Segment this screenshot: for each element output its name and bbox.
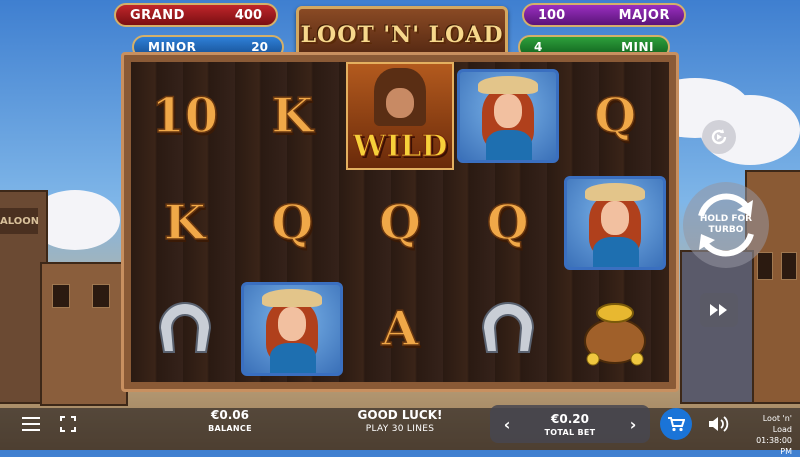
total-bet-display: €0.20 TOTAL BET	[520, 405, 620, 443]
wild-symbol: WILD	[346, 62, 454, 170]
reel-cell: Q	[346, 170, 454, 276]
letter-symbol: 10	[151, 87, 219, 145]
game-logo-text: LOOT 'N' LOAD	[300, 22, 504, 48]
buy-feature-button[interactable]	[660, 408, 692, 440]
spin-button[interactable]: HOLD FOR TURBO	[683, 182, 769, 268]
message-display: GOOD LUCK! PLAY 30 LINES	[340, 408, 460, 434]
menu-icon-line	[22, 423, 40, 425]
reel-cell: Q	[454, 170, 562, 276]
reel-cell: Q	[562, 62, 670, 170]
letter-symbol: Q	[378, 194, 421, 252]
reel-cell: K	[239, 62, 347, 170]
cart-icon	[668, 417, 685, 432]
saloon-sign: ALOON	[0, 208, 38, 234]
menu-button[interactable]	[22, 417, 40, 431]
letter-symbol: K	[163, 194, 206, 252]
fast-forward-icon	[710, 304, 727, 316]
autoplay-icon	[711, 129, 727, 145]
balance-display: €0.06 BALANCE	[200, 408, 260, 433]
bet-label: TOTAL BET	[544, 427, 596, 437]
reel-cell	[239, 276, 347, 382]
reel-grid: 10 K WILD Q K Q Q Q A	[131, 62, 669, 382]
horseshoe-symbol	[158, 302, 211, 353]
status-message: GOOD LUCK!	[357, 408, 443, 422]
game-info: Loot 'n' Load 01:38:00 PM	[748, 413, 792, 457]
sound-button[interactable]	[704, 413, 732, 435]
reel-cell	[454, 62, 562, 170]
reel-cell: A	[346, 276, 454, 382]
turbo-button[interactable]	[700, 293, 738, 327]
balance-label: BALANCE	[208, 424, 252, 433]
bet-increase-button[interactable]: ›	[620, 405, 646, 443]
bet-selector: ‹ €0.20 TOTAL BET ›	[490, 405, 650, 443]
autoplay-button[interactable]	[702, 120, 736, 154]
jackpot-grand-value: 400	[234, 7, 262, 23]
reel-cell: K	[131, 170, 239, 276]
reel-cell	[131, 276, 239, 382]
letter-symbol: Q	[594, 87, 637, 145]
letter-symbol: K	[271, 87, 314, 145]
cowgirl-symbol	[456, 69, 559, 163]
bet-value: €0.20	[551, 411, 589, 426]
jackpot-grand-label: GRAND	[130, 7, 185, 23]
cowgirl-symbol	[564, 176, 667, 270]
reel-cell: 10	[131, 62, 239, 170]
speaker-icon	[709, 416, 729, 432]
building-right-back	[680, 250, 754, 404]
spin-label-1: HOLD FOR	[699, 214, 753, 224]
menu-icon-line	[22, 429, 40, 431]
fullscreen-icon[interactable]	[60, 416, 76, 432]
jackpot-major-value: 100	[538, 7, 566, 23]
building-left	[40, 262, 128, 406]
lines-label: PLAY 30 LINES	[365, 424, 435, 434]
game-title: Loot 'n' Load	[762, 414, 792, 434]
reel-cell	[562, 170, 670, 276]
letter-symbol: Q	[486, 194, 529, 252]
bet-decrease-button[interactable]: ‹	[494, 405, 520, 443]
wild-label: WILD	[352, 129, 448, 165]
jackpot-major: 100 MAJOR	[522, 3, 686, 27]
reel-cell: WILD	[346, 62, 454, 170]
cowgirl-symbol	[241, 282, 344, 376]
reel-cell	[562, 276, 670, 382]
spin-label-2: TURBO	[708, 225, 744, 235]
jackpot-major-label: MAJOR	[618, 7, 670, 23]
letter-symbol: A	[381, 300, 420, 358]
menu-icon-line	[22, 417, 40, 419]
reel-cell	[454, 276, 562, 382]
letter-symbol: Q	[271, 194, 314, 252]
cowboy-image	[374, 68, 426, 126]
reel-cell: Q	[239, 170, 347, 276]
clock: 01:38:00 PM	[756, 436, 792, 456]
horseshoe-symbol	[481, 302, 534, 353]
balance-value: €0.06	[211, 408, 249, 422]
jackpot-grand: GRAND 400	[114, 3, 278, 27]
gold-bag-symbol	[584, 303, 647, 366]
